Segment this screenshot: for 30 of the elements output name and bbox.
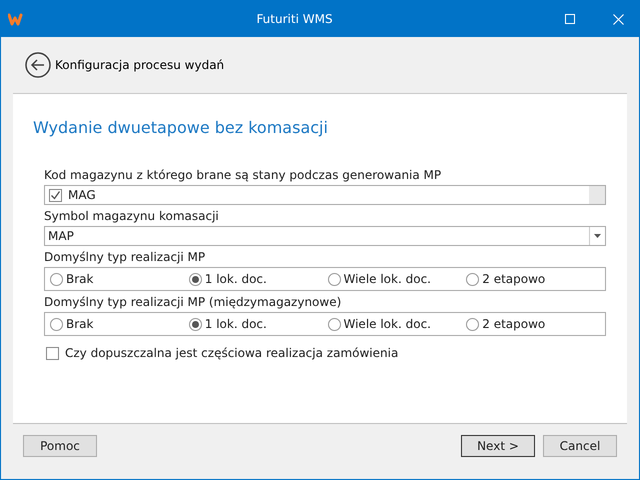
dialog-button[interactable]: Cancel [543,435,617,457]
field-label: Domyślny typ realizacji MP [44,250,206,265]
window-title: Futuriti WMS [256,11,333,28]
checkbox-label: Czy dopuszczalna jest częściowa realizacja zamówienia [65,345,398,362]
radio-option[interactable]: Wiele lok. doc. [328,270,431,288]
field-label: Symbol magazynu komasacji [44,209,219,224]
radio-option[interactable]: 1 lok. doc. [188,270,267,288]
back-icon[interactable] [25,52,51,78]
app-logo-icon [8,12,24,26]
close-icon[interactable] [613,14,624,24]
checkbox[interactable] [46,346,59,360]
header-title: Konfiguracja procesu wydań [55,57,224,74]
radio-option[interactable]: Brak [50,270,94,288]
radio-option[interactable]: Wiele lok. doc. [328,315,431,333]
dropdown-value: MAP [47,228,75,245]
item-label: MAG [68,187,96,204]
dialog-button[interactable]: Pomoc [23,435,97,457]
radio-option[interactable]: 1 lok. doc. [188,315,267,333]
dropdown-field[interactable]: MAP [44,226,606,246]
radio-option[interactable]: Brak [50,315,94,333]
radio-option[interactable]: 2 etapowo [466,315,546,333]
maximize-icon[interactable] [565,14,575,24]
checklist-field[interactable]: MAG [44,185,606,205]
field-label: Domyślny typ realizacji MP (międzymagazynowe) [44,295,342,310]
page-title: Wydanie dwuetapowe bez komasacji [33,117,328,139]
checkbox[interactable] [49,188,62,202]
radio-option[interactable]: 2 etapowo [466,270,546,288]
dialog-button[interactable]: Next > [461,435,535,457]
check-icon [50,190,61,200]
field-label: Kod magazynu z którego brane są stany podczas generowania MP [44,168,442,183]
